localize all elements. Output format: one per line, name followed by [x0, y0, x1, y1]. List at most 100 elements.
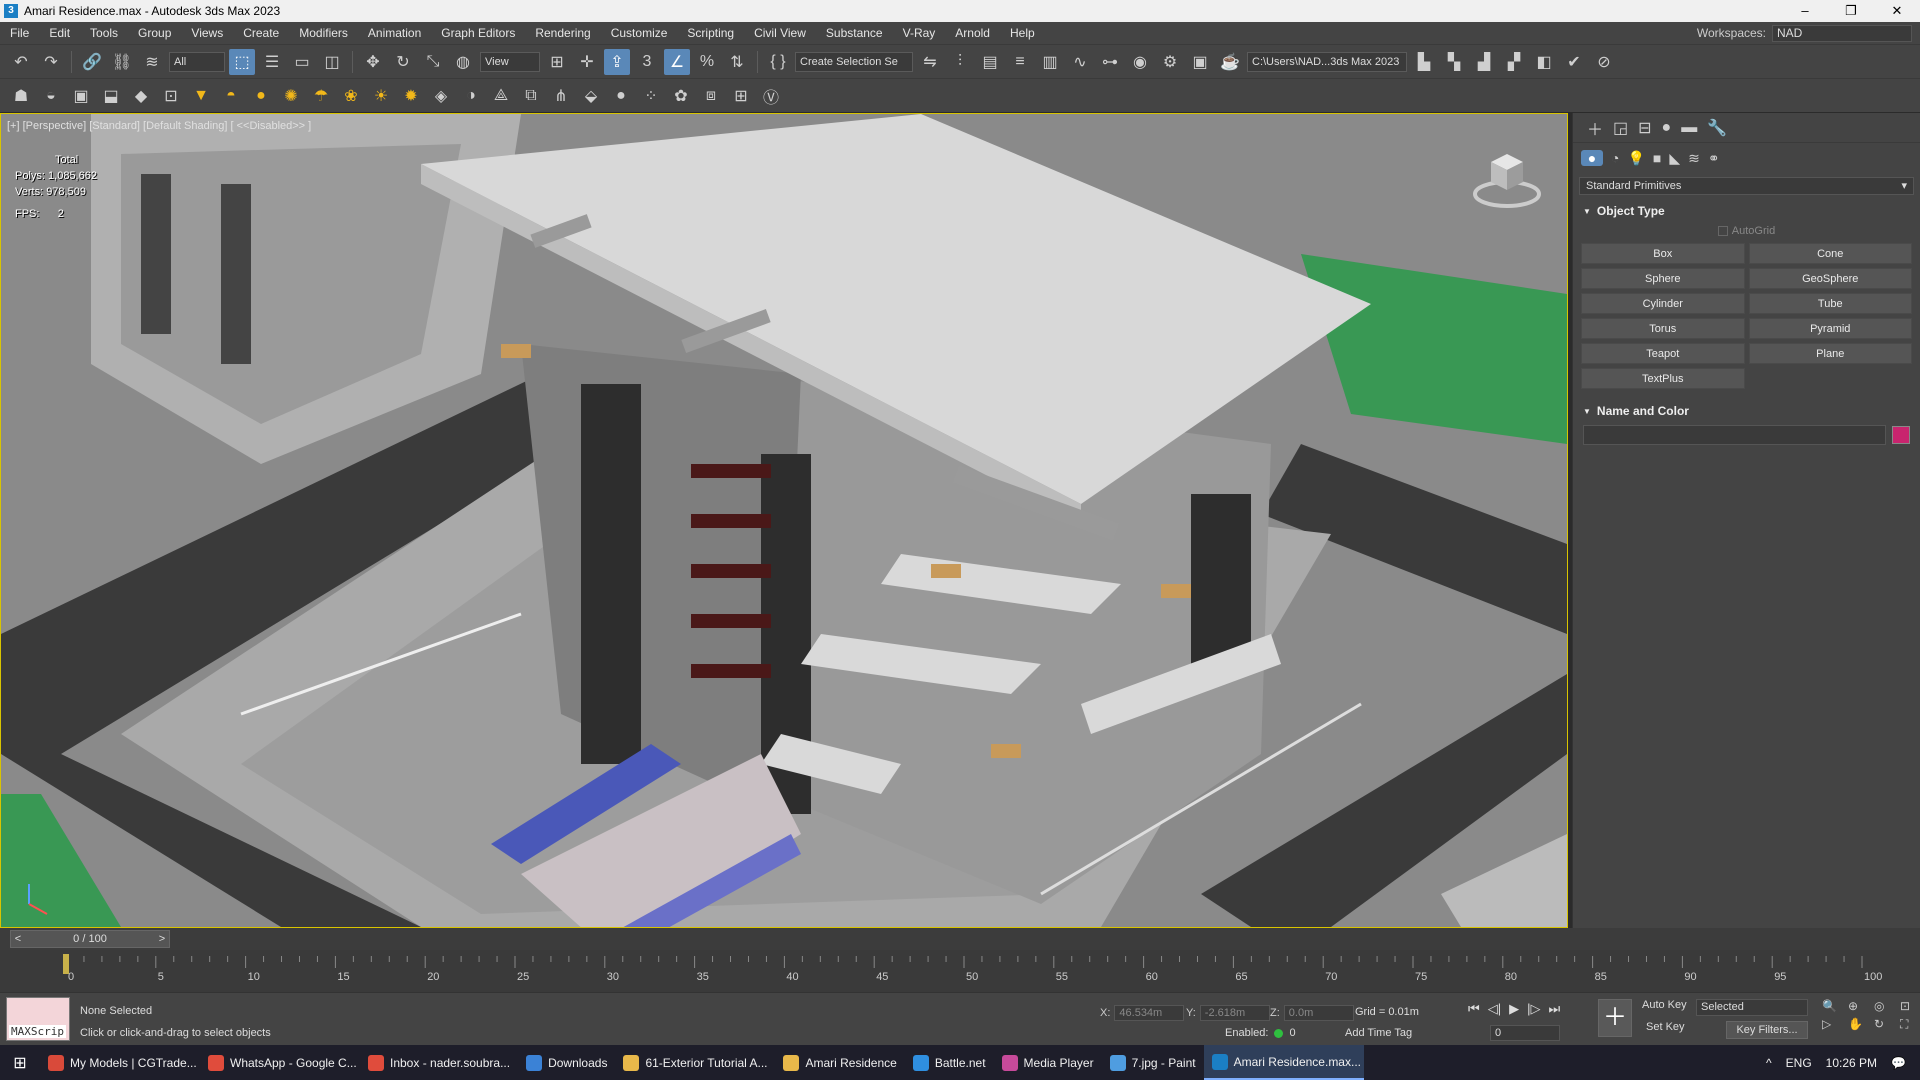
render-production-icon[interactable]: ☕ [1217, 49, 1243, 75]
name-color-header[interactable]: ▼ Name and Color [1577, 401, 1916, 421]
menu-file[interactable]: File [0, 26, 39, 40]
schematic-view-icon[interactable]: ⊶ [1097, 49, 1123, 75]
sphere-light-icon[interactable]: ● [248, 83, 274, 109]
align-icon[interactable]: ⫶ [947, 49, 973, 75]
menu-edit[interactable]: Edit [39, 26, 80, 40]
cone-button[interactable]: Cone [1748, 243, 1912, 264]
cameras-icon[interactable]: ■ [1653, 150, 1661, 166]
display-tab-icon[interactable]: ▬ [1681, 119, 1697, 137]
helpers-icon[interactable]: ◣ [1669, 150, 1680, 167]
rotate-icon[interactable]: ↻ [390, 49, 416, 75]
hierarchy-tab-icon[interactable]: ⊟ [1638, 118, 1651, 138]
perspective-viewport[interactable]: [+] [Perspective] [Standard] [Default Sh… [0, 113, 1568, 928]
box-button[interactable]: Box [1581, 243, 1745, 264]
taskbar-item[interactable]: Inbox - nader.soubra... [360, 1045, 518, 1080]
key-selection-dropdown[interactable]: Selected [1696, 999, 1808, 1016]
percent-snap-icon[interactable]: % [694, 49, 720, 75]
windows-start-icon[interactable]: ⊞ [0, 1053, 40, 1073]
shapes-icon[interactable]: ◔ [1611, 150, 1619, 166]
go-to-start-icon[interactable]: ⏮ [1468, 1001, 1480, 1017]
move-icon[interactable]: ✥ [360, 49, 386, 75]
plane-button[interactable]: Plane [1748, 343, 1912, 364]
notification-icon[interactable]: 💬 [1891, 1056, 1906, 1070]
auto-key-button[interactable]: Auto Key [1642, 999, 1687, 1011]
tube-button[interactable]: Tube [1748, 293, 1912, 314]
torus-button[interactable]: Torus [1581, 318, 1745, 339]
teapot-button[interactable]: Teapot [1581, 343, 1745, 364]
key-filters-button[interactable]: Key Filters... [1726, 1021, 1808, 1039]
angle-snap-icon[interactable]: ∠ [664, 48, 690, 75]
sky-light-icon[interactable]: ◓ [218, 83, 244, 109]
workspace-selector[interactable]: Workspaces: NAD [1697, 24, 1920, 42]
taskbar-item[interactable]: My Models | CGTrade... [40, 1045, 200, 1080]
menu-graph-editors[interactable]: Graph Editors [431, 26, 525, 40]
close-button[interactable]: ✕ [1874, 3, 1920, 19]
menu-animation[interactable]: Animation [358, 26, 431, 40]
fur-icon[interactable]: ⋔ [548, 83, 574, 109]
frame-buffer-icon[interactable]: ⊡ [158, 83, 184, 109]
motion-tab-icon[interactable]: ● [1662, 119, 1672, 137]
pivot-icon[interactable]: ⊞ [544, 49, 570, 75]
workspace-dropdown[interactable]: NAD [1772, 24, 1912, 42]
disabled-tool-icon[interactable]: ⊘ [1591, 49, 1617, 75]
menu-views[interactable]: Views [181, 26, 233, 40]
ies-light-icon[interactable]: ✺ [278, 83, 304, 109]
viewcube-icon[interactable] [1471, 144, 1543, 210]
primitive-type-dropdown[interactable]: Standard Primitives ▾ [1579, 177, 1914, 195]
menu-modifiers[interactable]: Modifiers [289, 26, 358, 40]
multi-material-icon[interactable]: ⁘ [638, 83, 664, 109]
go-to-end-icon[interactable]: ⏭ [1548, 1001, 1560, 1017]
viewport-label[interactable]: [+] [Perspective] [Standard] [Default Sh… [7, 120, 311, 132]
menu-help[interactable]: Help [1000, 26, 1045, 40]
language-indicator[interactable]: ENG [1786, 1056, 1812, 1070]
previous-frame-icon[interactable]: ◁| [1488, 1001, 1501, 1017]
next-frame-icon[interactable]: |▷ [1527, 1001, 1540, 1017]
y-field[interactable]: -2.618m [1199, 1005, 1270, 1021]
zoom-extents-icon[interactable]: ◎ [1874, 999, 1896, 1013]
box-icon[interactable]: ▣ [68, 83, 94, 109]
object-color-swatch[interactable] [1892, 426, 1910, 444]
sphere-button[interactable]: Sphere [1581, 268, 1745, 289]
omni-light-icon[interactable]: ❀ [338, 83, 364, 109]
taskbar-item[interactable]: WhatsApp - Google C... [200, 1045, 360, 1080]
mirror-icon[interactable]: ⇋ [917, 49, 943, 75]
menu-rendering[interactable]: Rendering [525, 26, 600, 40]
taskbar-item[interactable]: Downloads [518, 1045, 615, 1080]
project-path-dropdown[interactable]: C:\Users\NAD...3ds Max 2023 [1247, 51, 1407, 72]
menu-arnold[interactable]: Arnold [945, 26, 1000, 40]
cylinder-button[interactable]: Cylinder [1581, 293, 1745, 314]
reference-coord-dropdown[interactable]: View [480, 51, 540, 72]
geometry-icon[interactable]: ● [1581, 150, 1603, 166]
autogrid-checkbox[interactable] [1717, 226, 1728, 236]
add-time-tag[interactable]: Add Time Tag [1345, 1027, 1412, 1039]
select-object-icon[interactable]: ⬚ [229, 48, 255, 75]
zoom-extents-all-icon[interactable]: ⊡ [1900, 999, 1920, 1013]
lights-icon[interactable]: 💡 [1627, 150, 1644, 167]
menu-scripting[interactable]: Scripting [677, 26, 744, 40]
utilities-tab-icon[interactable]: 🔧 [1707, 118, 1727, 138]
check-icon[interactable]: ✔ [1561, 49, 1587, 75]
object-type-header[interactable]: ▼ Object Type [1577, 201, 1916, 221]
select-by-name-icon[interactable]: ☰ [259, 49, 285, 75]
set-key-button[interactable]: ＋ [1598, 999, 1632, 1037]
vray-frame-buffer-icon[interactable]: ◧ [1531, 49, 1557, 75]
render-icon-b[interactable]: ▟ [1471, 49, 1497, 75]
vray-logo-icon[interactable]: Ⓥ [758, 83, 784, 109]
taskbar-item[interactable]: Media Player [994, 1045, 1102, 1080]
link-icon[interactable]: 🔗 [79, 49, 105, 75]
spinner-snap-icon[interactable]: ⇅ [724, 49, 750, 75]
zoom-icon[interactable]: 🔍 [1822, 999, 1844, 1013]
dirt-icon[interactable]: ✿ [668, 83, 694, 109]
project-folder-icon[interactable]: ▙ [1411, 49, 1437, 75]
taskbar-item[interactable]: Battle.net [905, 1045, 994, 1080]
menu-v-ray[interactable]: V-Ray [893, 26, 946, 40]
set-key-label[interactable]: Set Key [1646, 1021, 1685, 1033]
sphere-proxy-icon[interactable]: ◒ [38, 83, 64, 109]
ribbon-icon[interactable]: ▥ [1037, 49, 1063, 75]
menu-group[interactable]: Group [128, 26, 181, 40]
pan-icon[interactable]: ✋ [1848, 1017, 1870, 1032]
object-name-field[interactable] [1583, 425, 1886, 445]
render-icon-c[interactable]: ▞ [1501, 49, 1527, 75]
play-icon[interactable]: ▶ [1509, 1001, 1519, 1017]
geosphere-button[interactable]: GeoSphere [1748, 268, 1912, 289]
